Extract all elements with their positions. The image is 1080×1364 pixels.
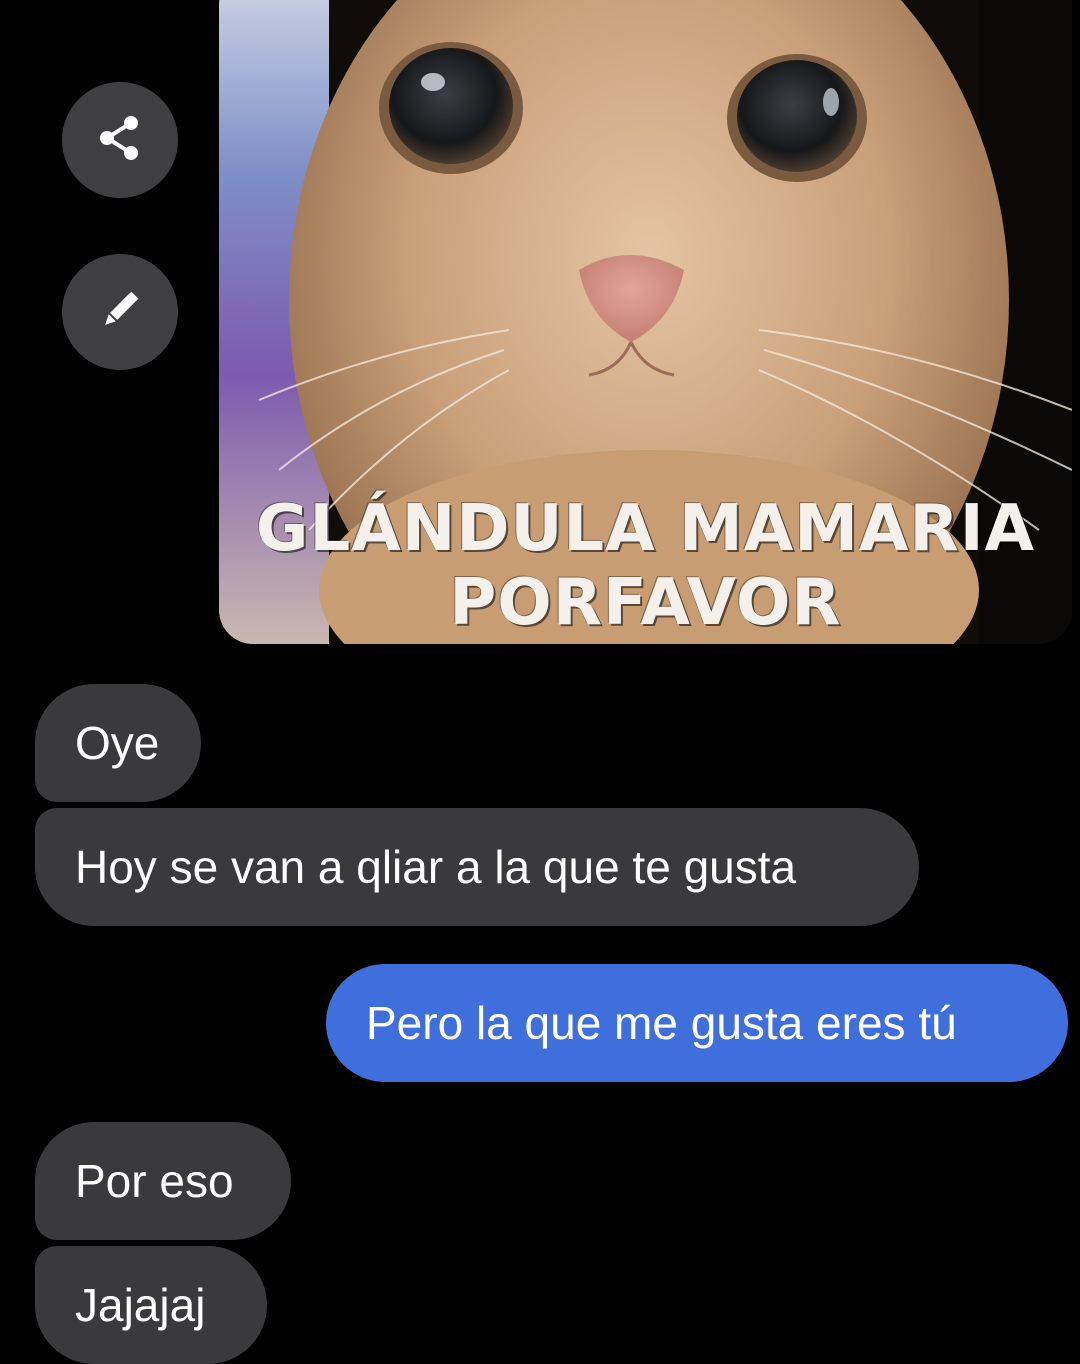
message-text: Oye [75, 717, 160, 769]
incoming-message[interactable]: Por eso [35, 1122, 291, 1240]
incoming-message[interactable]: Oye [35, 684, 201, 802]
share-icon [95, 113, 145, 168]
edit-button[interactable] [62, 254, 178, 370]
incoming-message[interactable]: Jajajaj [35, 1246, 267, 1364]
message-text: Jajajaj [75, 1279, 206, 1331]
meme-caption-line-1: GLÁNDULA MAMARIA [255, 492, 1036, 566]
incoming-message[interactable]: Hoy se van a qliar a la que te gusta [35, 808, 919, 926]
meme-caption-line-2: PORFAVOR [449, 566, 842, 640]
outgoing-message[interactable]: Pero la que me gusta eres tú [326, 964, 1068, 1082]
share-button[interactable] [62, 82, 178, 198]
pencil-icon [95, 285, 145, 340]
message-text: Por eso [75, 1155, 234, 1207]
meme-caption: GLÁNDULA MAMARIA PORFAVOR [219, 492, 1072, 644]
message-text: Hoy se van a qliar a la que te gusta [75, 841, 797, 893]
message-text: Pero la que me gusta eres tú [366, 997, 957, 1049]
image-message[interactable]: GLÁNDULA MAMARIA PORFAVOR [219, 0, 1072, 644]
